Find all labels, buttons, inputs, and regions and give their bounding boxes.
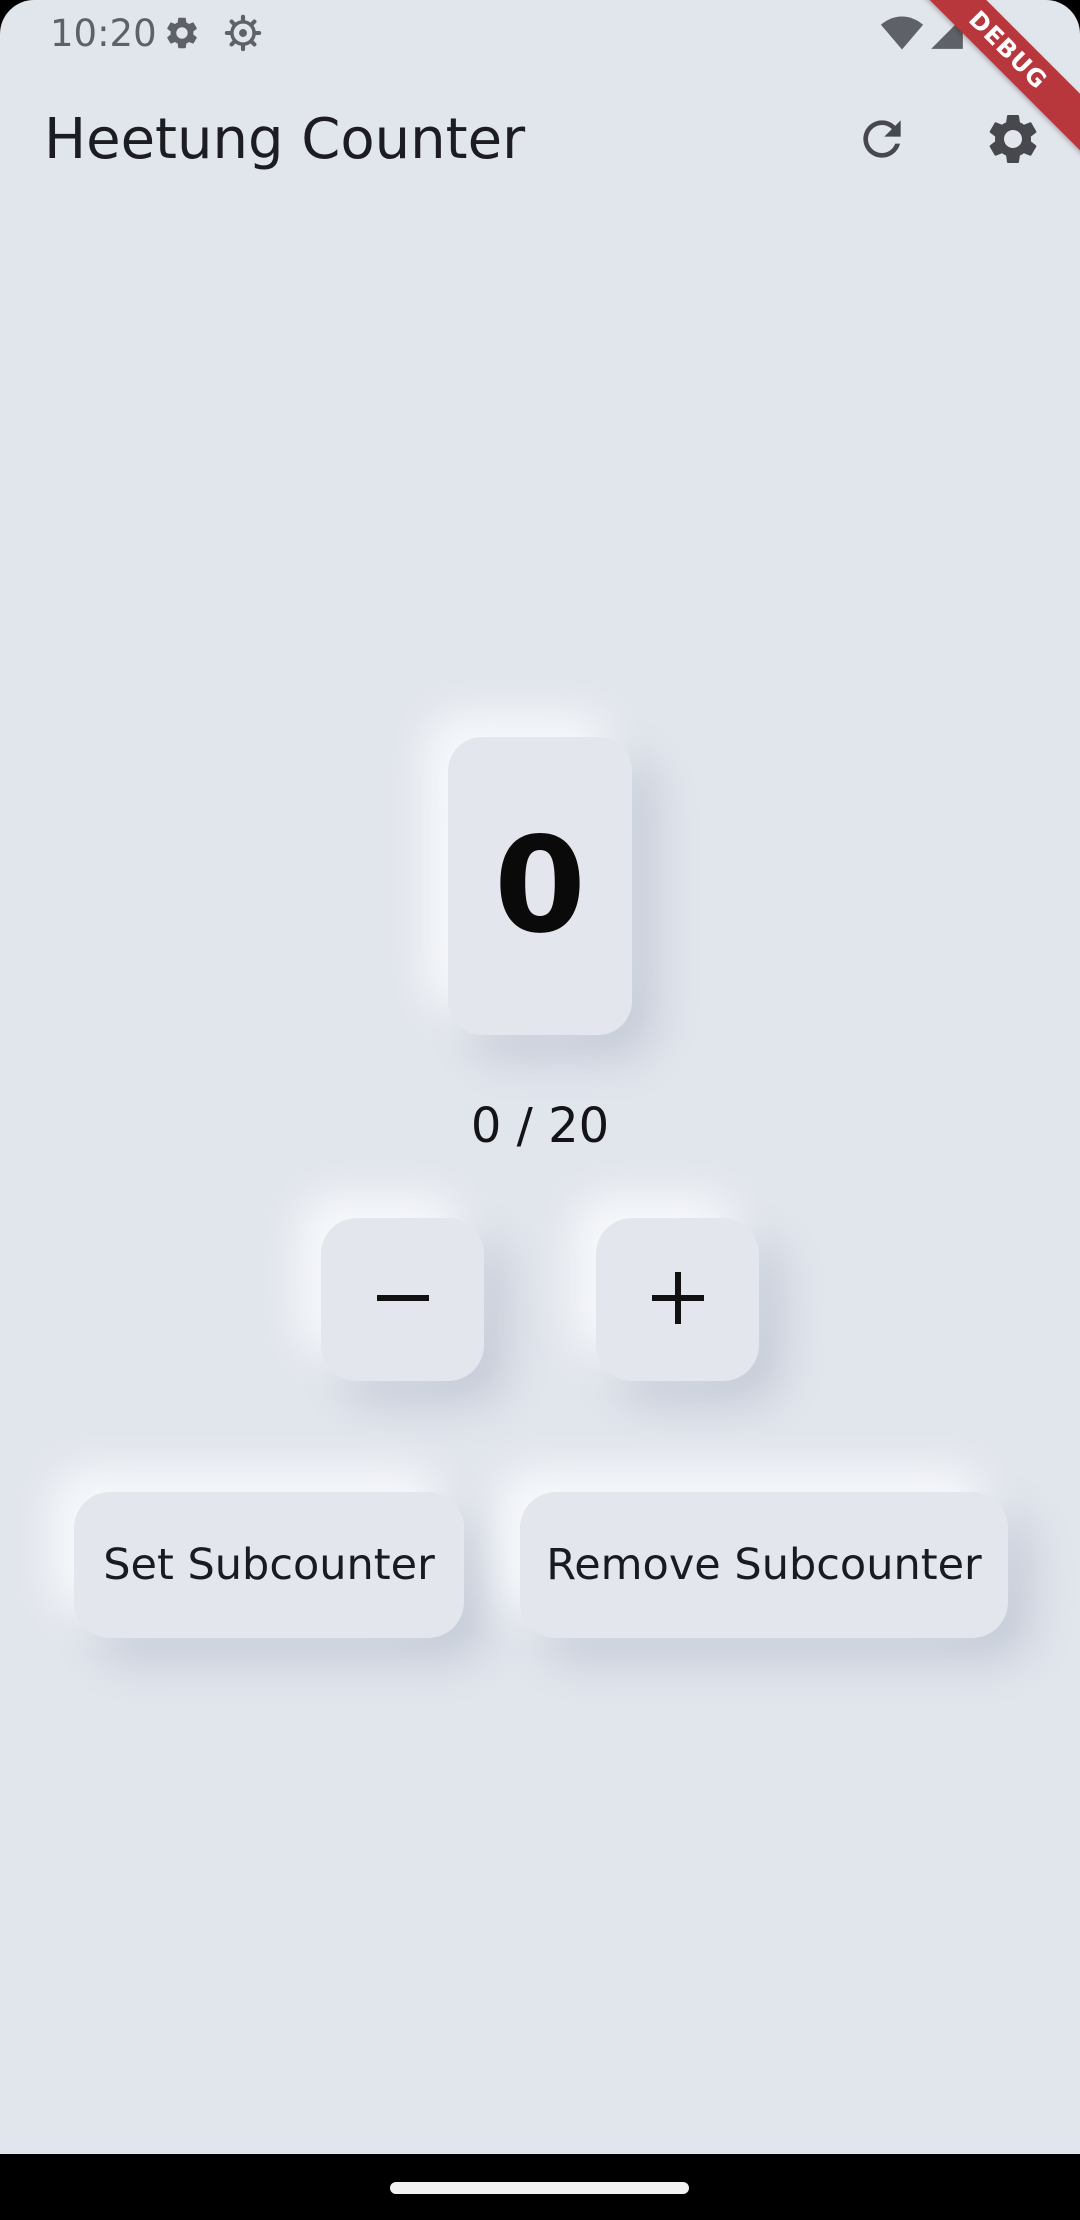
plus-icon	[651, 1271, 705, 1329]
counter-display: 0	[448, 737, 632, 1035]
settings-gear-outline-icon	[224, 14, 262, 52]
page-title: Heetung Counter	[44, 107, 526, 172]
home-indicator[interactable]	[390, 2182, 689, 2194]
status-time: 10:20	[50, 12, 157, 55]
settings-icon	[983, 109, 1043, 173]
gear-icon	[163, 14, 201, 52]
remove-subcounter-button[interactable]: Remove Subcounter	[520, 1492, 1008, 1638]
increment-button[interactable]	[596, 1218, 759, 1381]
minus-icon	[376, 1271, 430, 1329]
reset-button[interactable]	[847, 106, 917, 176]
settings-button[interactable]	[978, 106, 1048, 176]
app-screen: 10:20 DEBUG Heetung Counter 0 0 / 20 Set…	[0, 0, 1080, 2220]
status-bar: 10:20	[0, 0, 1080, 66]
counter-progress: 0 / 20	[470, 1098, 610, 1154]
decrement-button[interactable]	[321, 1218, 484, 1381]
wifi-icon	[880, 14, 924, 52]
set-subcounter-button[interactable]: Set Subcounter	[74, 1492, 464, 1638]
navigation-bar	[0, 2154, 1080, 2220]
refresh-icon	[854, 111, 910, 171]
counter-value: 0	[494, 809, 586, 963]
